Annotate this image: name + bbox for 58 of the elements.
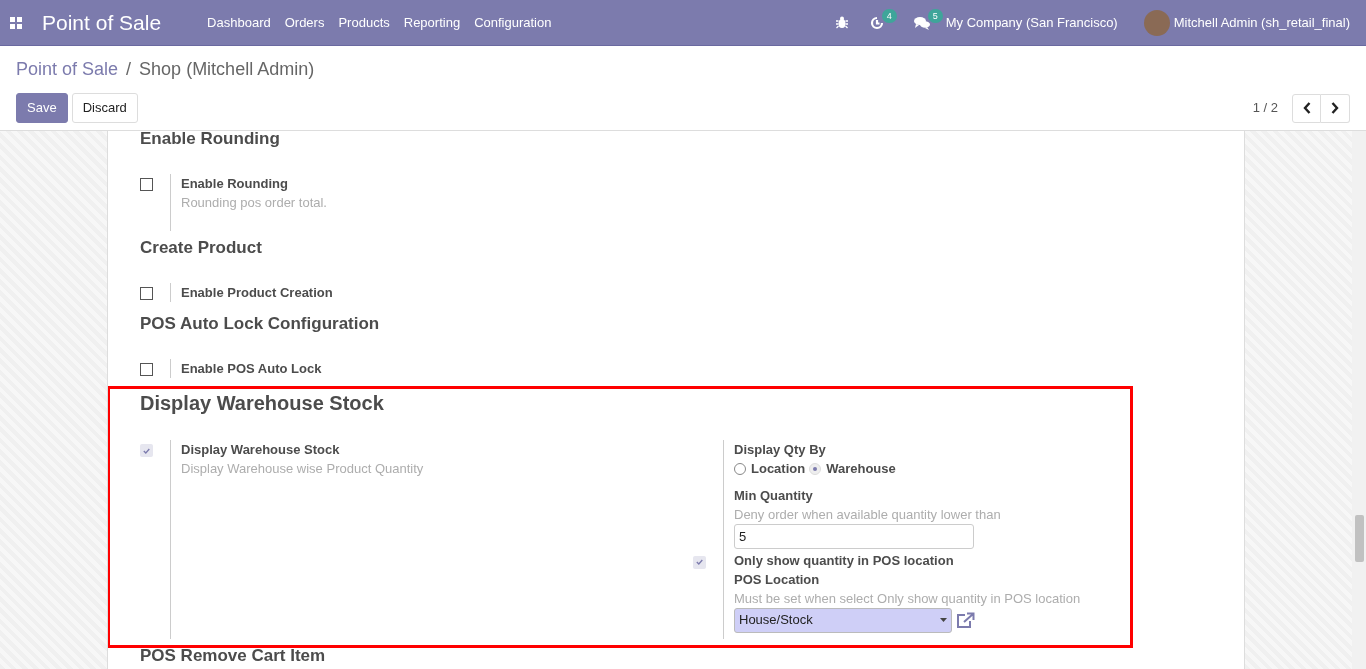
menu-item[interactable]: Reporting — [403, 12, 461, 33]
location-select[interactable]: House/Stock — [734, 607, 952, 633]
field-description: Must be set when select Only show quantity in POS location — [734, 589, 1081, 608]
select-value: House/Stock — [739, 611, 813, 630]
next-button[interactable] — [1321, 93, 1350, 123]
clock-icon[interactable] — [869, 15, 884, 30]
app-title[interactable]: Point of Sale — [42, 6, 162, 39]
quantity-field[interactable]: 5 — [734, 523, 974, 549]
radio-option[interactable]: Warehouse — [809, 459, 896, 479]
pager-value: 1 / 2 — [1252, 99, 1278, 118]
section-title: POS Auto Lock Configuration — [140, 313, 381, 335]
setting-description: Display Warehouse wise Product Quantity — [181, 460, 424, 478]
menu-item[interactable]: Products — [338, 12, 390, 33]
checkbox[interactable] — [693, 555, 706, 569]
section-title: POS Remove Cart Item — [140, 644, 327, 667]
checkbox[interactable] — [140, 178, 153, 191]
field-label: Display Qty By — [734, 441, 827, 459]
apps-menu-icon[interactable] — [10, 16, 22, 29]
menu-item[interactable]: Configuration — [474, 12, 552, 33]
activity-count: 4 — [881, 8, 897, 23]
section-title: Create Product — [140, 237, 263, 259]
setting-description: Rounding pos order total. — [181, 194, 327, 212]
field-label: POS Location — [734, 570, 821, 589]
radio-option[interactable]: Location — [734, 459, 806, 479]
field-label: Min Quantity — [734, 486, 814, 505]
caret-icon — [940, 618, 947, 622]
external-link-icon[interactable] — [956, 611, 975, 629]
section-title: Enable Rounding — [140, 131, 281, 150]
check-icon — [143, 447, 150, 454]
check-icon — [696, 559, 703, 565]
field-description: Deny order when available quantity lower than — [734, 505, 1001, 524]
section-title: Display Warehouse Stock — [140, 391, 385, 416]
breadcrumb-link[interactable]: Point of Sale — [16, 56, 119, 83]
user-menu[interactable]: Mitchell Admin (sh_retail_final) — [1173, 12, 1350, 33]
setting-label: Enable Rounding — [181, 175, 289, 193]
checkbox[interactable] — [140, 444, 153, 457]
message-count: 5 — [927, 8, 943, 23]
checkbox[interactable] — [140, 287, 153, 300]
scrollbar[interactable] — [1352, 131, 1366, 669]
menu-item[interactable]: Dashboard — [207, 12, 271, 33]
setting-label: Enable POS Auto Lock — [181, 360, 322, 378]
checkbox[interactable] — [140, 363, 153, 376]
chat-icon[interactable] — [913, 15, 930, 30]
setting-label: Display Warehouse Stock — [181, 441, 341, 459]
avatar-placeholder — [1143, 9, 1170, 36]
breadcrumb-current: Shop (Mitchell Admin) — [139, 58, 315, 81]
scrollbar-thumb[interactable] — [1355, 515, 1364, 562]
chevron-right-icon — [1331, 102, 1339, 114]
bug-icon[interactable] — [835, 16, 848, 29]
menu-item[interactable]: Orders — [284, 12, 325, 33]
previous-button[interactable] — [1292, 93, 1321, 123]
breadcrumb-separator: / — [126, 58, 132, 81]
discard-button[interactable]: Discard — [71, 93, 138, 123]
field-label: Only show quantity in POS location — [734, 551, 954, 570]
save-button[interactable]: Save — [16, 93, 68, 123]
chevron-left-icon — [1302, 102, 1311, 114]
company-switcher[interactable]: My Company (San Francisco) — [945, 12, 1118, 33]
setting-label: Enable Product Creation — [181, 284, 333, 302]
